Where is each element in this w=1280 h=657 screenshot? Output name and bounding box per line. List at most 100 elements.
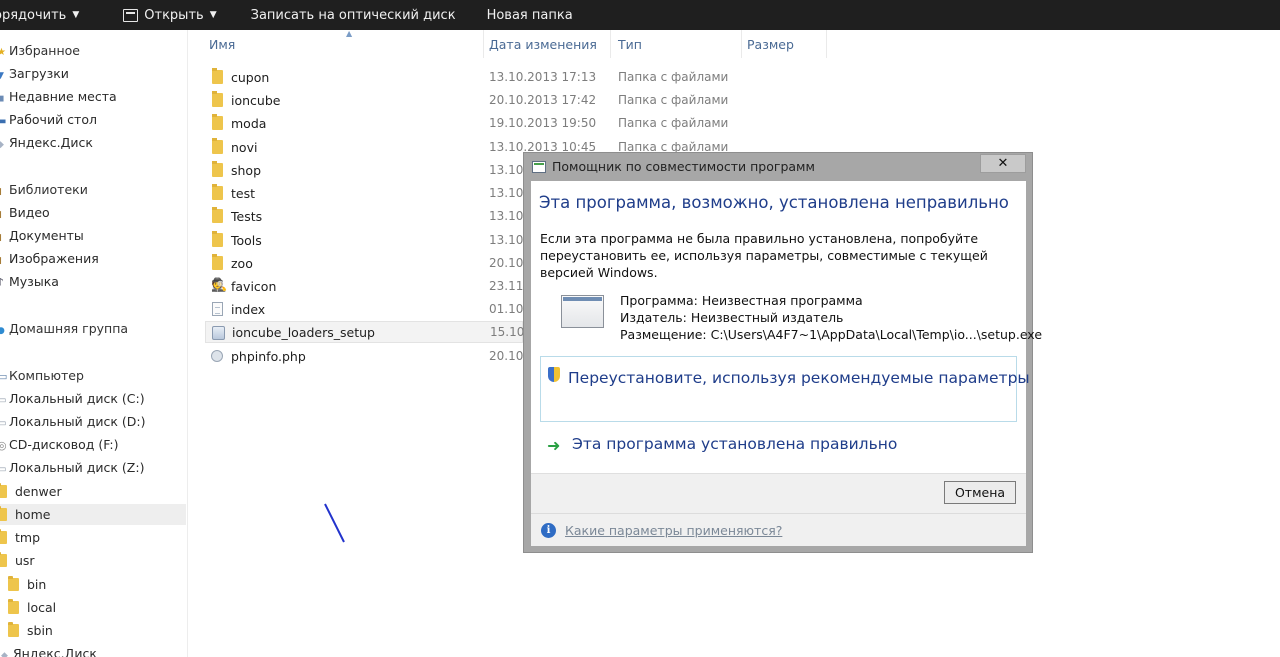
folder-icon — [212, 207, 223, 223]
nav-folder-bin[interactable]: bin — [8, 574, 46, 595]
which-settings-link[interactable]: Какие параметры применяются? — [565, 523, 782, 538]
program-info: Программа: Неизвестная программа Издател… — [620, 292, 1042, 343]
file-date: 13.10. — [489, 209, 528, 223]
folder-icon — [8, 576, 19, 591]
nav-usr-label: usr — [15, 553, 35, 568]
nav-yadisk-label: Яндекс.Диск — [9, 135, 93, 150]
dialog-content: Эта программа, возможно, установлена неп… — [531, 181, 1042, 473]
column-header-date[interactable]: Дата изменения — [481, 30, 611, 58]
nav-disk-z-label: Локальный диск (Z:) — [9, 460, 145, 475]
nav-libraries[interactable]: Библиотеки — [0, 179, 88, 200]
recent-places-icon — [0, 89, 6, 104]
folder-icon — [212, 254, 223, 270]
download-icon — [0, 66, 6, 81]
nav-video[interactable]: Видео — [0, 202, 50, 223]
star-icon — [0, 43, 6, 58]
file-name: shop — [231, 162, 262, 178]
compatibility-dialog: Помощник по совместимости программ ✕ Эта… — [523, 152, 1042, 553]
nav-cd-f[interactable]: CD-дисковод (F:) — [0, 434, 119, 455]
nav-documents-label: Документы — [9, 228, 84, 243]
folder-icon — [212, 161, 223, 177]
documents-icon — [0, 228, 6, 243]
burn-disc-label: Записать на оптический диск — [250, 7, 456, 23]
location-line: Размещение: C:\Users\A4F7~1\AppData\Loca… — [620, 327, 1043, 342]
reinstall-recommended-option[interactable]: Переустановите, используя рекомендуемые … — [540, 356, 1030, 422]
uac-shield-icon — [548, 367, 560, 382]
folder-icon — [8, 599, 19, 614]
burn-disc-button[interactable]: Записать на оптический диск — [231, 0, 470, 30]
drive-icon — [0, 414, 6, 429]
new-folder-button[interactable]: Новая папка — [470, 0, 587, 30]
nav-folder-denwer[interactable]: denwer — [0, 481, 62, 502]
file-type: Папка с файлами — [618, 93, 729, 107]
file-date: 13.10. — [489, 163, 528, 177]
column-header-name[interactable]: Имя ▲ — [201, 29, 484, 58]
nav-folder-sbin[interactable]: sbin — [8, 620, 53, 641]
publisher-line: Издатель: Неизвестный издатель — [620, 310, 844, 325]
program-name-line: Программа: Неизвестная программа — [620, 293, 863, 308]
file-date: 23.11. — [489, 279, 528, 293]
nav-recent-places[interactable]: Недавние места — [0, 86, 117, 107]
document-icon — [212, 302, 223, 316]
computer-icon — [0, 368, 6, 383]
open-button[interactable]: Открыть ▼ — [93, 0, 230, 30]
nav-computer-label: Компьютер — [9, 368, 84, 383]
organize-menu-button[interactable]: орядочить ▼ — [0, 0, 93, 30]
column-header-type[interactable]: Тип — [610, 30, 742, 58]
nav-folder-usr[interactable]: usr — [0, 550, 35, 571]
file-name: ioncube — [231, 92, 281, 108]
nav-desktop[interactable]: Рабочий стол — [0, 109, 97, 130]
nav-folder-local[interactable]: local — [8, 597, 56, 618]
pictures-icon — [0, 251, 6, 266]
app-window-icon — [532, 160, 546, 173]
dialog-heading: Эта программа, возможно, установлена неп… — [539, 193, 1009, 212]
file-name: ioncube_loaders_setup — [232, 324, 375, 340]
close-button[interactable]: ✕ — [980, 154, 1026, 173]
nav-downloads[interactable]: Загрузки — [0, 63, 69, 84]
nav-folder-home[interactable]: home — [0, 504, 186, 525]
file-date: 20.10.2013 17:42 — [489, 93, 597, 107]
php-file-icon — [211, 350, 223, 362]
nav-music-label: Музыка — [9, 274, 59, 289]
folder-icon — [212, 184, 223, 200]
column-type-label: Тип — [618, 36, 642, 52]
nav-disk-c[interactable]: Локальный диск (C:) — [0, 388, 145, 409]
file-name: index — [231, 301, 266, 317]
file-date: 13.10. — [489, 186, 528, 200]
file-name: Tests — [231, 208, 263, 224]
folder-icon — [8, 622, 19, 637]
folder-icon — [0, 506, 7, 521]
column-name-label: Имя — [209, 36, 236, 52]
nav-desktop-label: Рабочий стол — [9, 112, 97, 127]
dialog-title-bar[interactable]: Помощник по совместимости программ — [524, 153, 1032, 180]
file-name: novi — [231, 139, 258, 155]
desktop-icon — [0, 112, 6, 127]
nav-disk-d[interactable]: Локальный диск (D:) — [0, 411, 146, 432]
file-row-selected[interactable]: ioncube_loaders_setup 15.10. — [205, 321, 528, 343]
nav-pictures[interactable]: Изображения — [0, 248, 99, 269]
nav-recent-label: Недавние места — [9, 89, 117, 104]
nav-documents[interactable]: Документы — [0, 225, 84, 246]
nav-favorites-label: Избранное — [9, 43, 80, 58]
nav-folder-tmp[interactable]: tmp — [0, 527, 40, 548]
nav-pictures-label: Изображения — [9, 251, 99, 266]
nav-bin-label: bin — [27, 577, 47, 592]
open-window-icon — [123, 8, 139, 22]
navigation-pane: Избранное Загрузки Недавние места Рабочи… — [0, 30, 188, 657]
nav-yandex-disk[interactable]: Яндекс.Диск — [0, 132, 93, 153]
nav-computer[interactable]: Компьютер — [0, 365, 84, 386]
column-header-size[interactable]: Размер — [739, 30, 827, 58]
installed-correctly-option[interactable]: Эта программа установлена правильно — [572, 435, 897, 453]
pen-stroke — [324, 503, 345, 543]
nav-music[interactable]: Музыка — [0, 271, 59, 292]
nav-yandex-disk-2[interactable]: Яндекс.Диск — [4, 643, 97, 657]
cancel-button[interactable]: Отмена — [944, 481, 1016, 504]
new-folder-label: Новая папка — [486, 7, 573, 23]
nav-disk-z[interactable]: Локальный диск (Z:) — [0, 457, 144, 478]
folder-icon — [212, 114, 223, 130]
nav-favorites[interactable]: Избранное — [0, 40, 80, 61]
sort-ascending-icon: ▲ — [346, 29, 353, 38]
nav-video-label: Видео — [9, 205, 50, 220]
nav-homegroup[interactable]: Домашняя группа — [0, 318, 128, 339]
drive-icon — [0, 391, 6, 406]
